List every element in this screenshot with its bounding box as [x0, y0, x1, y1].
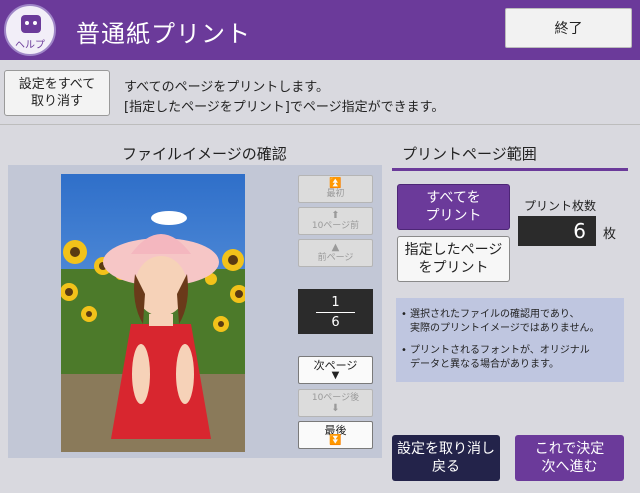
- bullet: •: [401, 309, 407, 320]
- note-preview-disclaimer: • 選択されたファイルの確認用であり、 実際のプリントイメージではありません。: [401, 308, 600, 336]
- fraction-line: [316, 312, 355, 313]
- prev-page-button[interactable]: ▲ 前ページ: [298, 239, 373, 267]
- undo-label-1: 設定を取り消し: [397, 441, 495, 457]
- note1-line2: 実際のプリントイメージではありません。: [410, 323, 600, 334]
- help-button[interactable]: ヘルプ: [4, 4, 56, 56]
- prev-page-label: 前ページ: [317, 252, 354, 263]
- print-selected-label-1: 指定したページ: [404, 242, 503, 258]
- current-page-number: 1: [331, 295, 340, 310]
- page-title: 普通紙プリント: [76, 20, 251, 48]
- cancel-all-settings-button[interactable]: 設定をすべて 取り消す: [4, 70, 110, 116]
- forward-10-label: 10ページ後: [311, 392, 360, 403]
- undo-label-2: 戻る: [432, 459, 460, 475]
- cancel-all-label-1: 設定をすべて: [18, 77, 96, 92]
- help-label: ヘルプ: [15, 40, 45, 51]
- preview-photo-illustration: [61, 174, 245, 452]
- back-10-label: 10ページ前: [311, 220, 360, 231]
- note2-line1: プリントされるフォントが、オリジナル: [410, 345, 590, 356]
- print-all-button[interactable]: すべてを プリント: [397, 184, 510, 230]
- back-10-pages-button[interactable]: ⬆ 10ページ前: [298, 207, 373, 235]
- instruction-line-2: [指定したページをプリント]でページ指定ができます。: [124, 100, 445, 115]
- file-preview-image: [61, 174, 245, 452]
- last-page-label: 最後: [324, 423, 347, 437]
- triangle-down-icon: ▼: [331, 369, 340, 381]
- header-bar: ヘルプ 普通紙プリント 終了: [0, 0, 640, 60]
- print-count-label: プリント枚数: [524, 199, 597, 213]
- double-down-arrow-icon: ⏬: [329, 434, 342, 446]
- forward-10-pages-button[interactable]: 10ページ後 ⬇: [298, 389, 373, 417]
- bullet: •: [401, 345, 407, 356]
- next-page-label: 次ページ: [313, 358, 358, 372]
- file-image-section-title: ファイルイメージの確認: [122, 145, 287, 163]
- confirm-next-button[interactable]: これで決定 次へ進む: [515, 435, 624, 481]
- first-page-button[interactable]: ⏫ 最初: [298, 175, 373, 203]
- print-selected-label-2: をプリント: [418, 260, 489, 276]
- notes-box: • 選択されたファイルの確認用であり、 実際のプリントイメージではありません。 …: [396, 298, 624, 382]
- total-pages-number: 6: [331, 315, 340, 330]
- print-all-label-2: プリント: [425, 208, 482, 224]
- print-selected-pages-button[interactable]: 指定したページ をプリント: [397, 236, 510, 282]
- page-counter: 1 6: [298, 289, 373, 334]
- double-up-arrow-icon: ⏫: [329, 177, 342, 189]
- note1-line1: 選択されたファイルの確認用であり、: [410, 309, 580, 320]
- next-label-2: 次へ進む: [541, 459, 598, 475]
- section-underline: [392, 168, 628, 171]
- next-label-1: これで決定: [534, 441, 605, 457]
- divider: [0, 124, 640, 125]
- down-arrow-icon: ⬇: [331, 402, 340, 414]
- cancel-all-label-2: 取り消す: [30, 94, 83, 109]
- first-page-label: 最初: [326, 188, 345, 199]
- print-count-unit: 枚: [603, 227, 617, 242]
- last-page-button[interactable]: 最後 ⏬: [298, 421, 373, 449]
- cancel-and-back-button[interactable]: 設定を取り消し 戻る: [392, 435, 500, 481]
- print-count-value: 6: [518, 216, 596, 246]
- print-range-section-title: プリントページ範囲: [402, 145, 537, 163]
- triangle-up-icon: ▲: [331, 241, 340, 253]
- next-page-button[interactable]: 次ページ ▼: [298, 356, 373, 384]
- up-arrow-icon: ⬆: [331, 209, 340, 221]
- note-font-disclaimer: • プリントされるフォントが、オリジナル データと異なる場合があります。: [401, 344, 590, 372]
- help-robot-icon: [21, 15, 41, 33]
- print-all-label-1: すべてを: [426, 190, 481, 206]
- instruction-line-1: すべてのページをプリントします。: [124, 80, 330, 95]
- end-button[interactable]: 終了: [505, 8, 632, 48]
- note2-line2: データと異なる場合があります。: [410, 359, 559, 370]
